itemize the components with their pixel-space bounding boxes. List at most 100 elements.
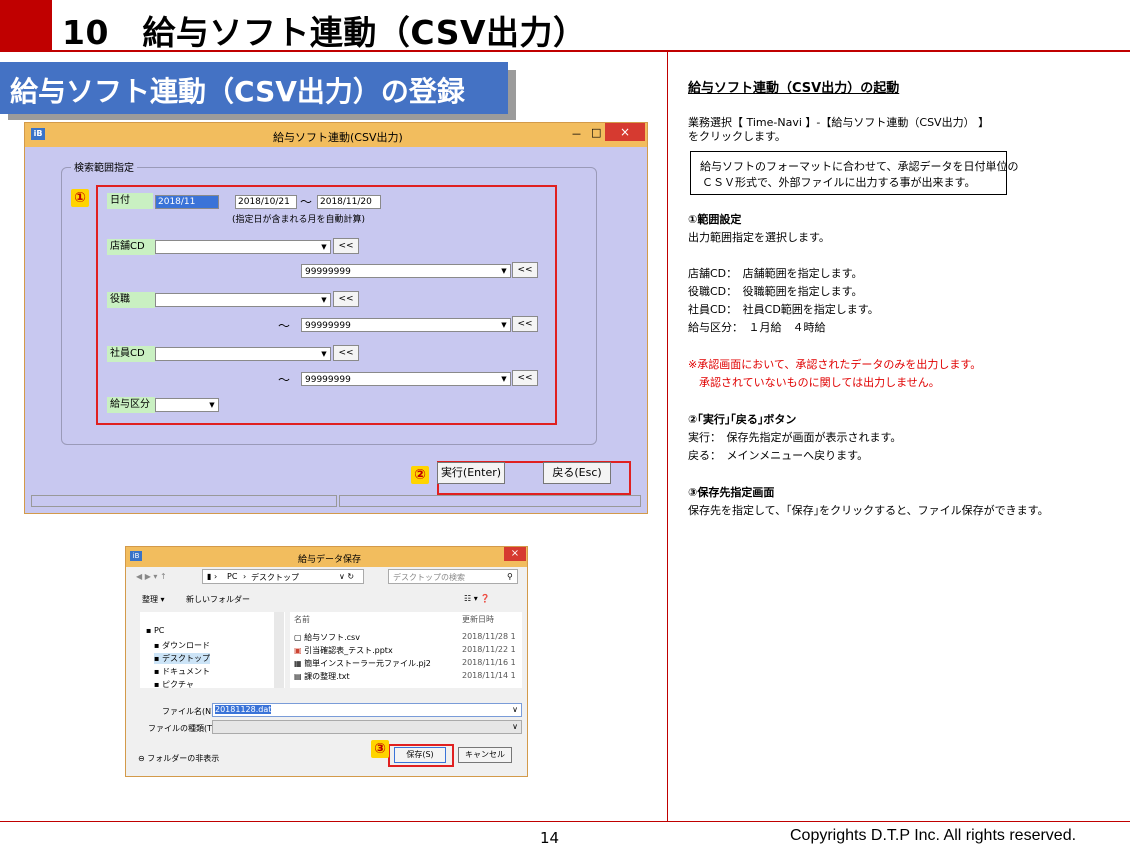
save-button[interactable]: 保存(S) <box>394 747 446 763</box>
group-label: 検索範囲指定 <box>71 159 137 174</box>
back-forward-icon[interactable]: ◀ ▶ ▾ ↑ <box>136 572 167 581</box>
role-to-select[interactable]: 99999999 ▼ <box>301 318 511 332</box>
section-heading: 給与ソフト連動（CSV出力）の起動 <box>688 81 900 96</box>
filetype-select[interactable]: ∨ <box>212 720 522 734</box>
date-month-input[interactable]: 2018/11 <box>155 195 219 209</box>
save-dialog: iB 給与データ保存 × ◀ ▶ ▾ ↑ ▮ › PC › デスクトップ ∨ ↻… <box>125 546 528 777</box>
header-accent <box>0 0 52 52</box>
filename-input[interactable]: 20181128.dat ∨ <box>212 703 522 717</box>
step1-line-2: 役職CD： 役職範囲を指定します。 <box>688 285 863 298</box>
cancel-button[interactable]: キャンセル <box>458 747 512 763</box>
date-to-input[interactable]: 2018/11/20 <box>317 195 381 209</box>
back-button[interactable]: 戻る(Esc) <box>543 462 611 484</box>
step1-desc: 出力範囲指定を選択します。 <box>688 231 830 244</box>
badge-1: ① <box>71 189 89 207</box>
store-from-select[interactable]: ▼ <box>155 240 331 254</box>
file-date: 2018/11/16 1 <box>462 658 516 667</box>
window-titlebar[interactable]: iB 給与ソフト連動(CSV出力) － □ × <box>25 123 647 147</box>
txt-file-icon: ▤ <box>294 672 302 681</box>
dialog-title: 給与データ保存 <box>298 555 362 565</box>
warning-line-1: ※承認画面において、承認されたデータのみを出力します。 <box>688 358 982 371</box>
column-date[interactable]: 更新日時 <box>462 614 494 625</box>
chevron-down-icon: ▼ <box>501 321 507 329</box>
tree-scrollbar[interactable] <box>274 612 284 688</box>
warning-line-2: 承認されていないものに関しては出力しません。 <box>688 376 940 389</box>
search-icon: ⚲ <box>507 572 513 581</box>
role-label: 役職 <box>107 292 155 308</box>
tree-item-pc[interactable]: ▪ PC <box>146 626 164 635</box>
close-button[interactable]: × <box>504 547 526 561</box>
refresh-icon[interactable]: ∨ ↻ <box>339 572 354 581</box>
file-date: 2018/11/22 1 <box>462 645 516 654</box>
organize-button[interactable]: 整理 ▾ <box>142 594 165 605</box>
tree-item-downloads[interactable]: ▪ ダウンロード <box>154 640 210 651</box>
file-row[interactable]: ▦ 簡単インストーラー元ファイル.pj2 <box>294 658 431 669</box>
project-file-icon: ▦ <box>294 659 302 668</box>
range-tilde: ～ <box>278 319 291 333</box>
file-row[interactable]: ▢ 給与ソフト.csv <box>294 632 360 643</box>
filetype-label: ファイルの種類(T): <box>148 724 218 733</box>
employee-label: 社員CD <box>107 346 155 362</box>
page-title: 10 給与ソフト連動（CSV出力） <box>62 13 587 52</box>
window-title: 給与ソフト連動(CSV出力) <box>273 131 403 144</box>
range-tilde: ～ <box>300 195 313 209</box>
note-line-2: ＣＳＶ形式で、外部ファイルに出力する事が出来ます。 <box>702 176 976 189</box>
store-copy-button-2[interactable]: << <box>512 262 538 278</box>
pptx-file-icon: ▣ <box>294 646 302 655</box>
employee-copy-button-2[interactable]: << <box>512 370 538 386</box>
chevron-down-icon: ▼ <box>209 401 215 409</box>
pay-type-label: 給与区分 <box>107 397 155 413</box>
pay-type-select[interactable]: ▼ <box>155 398 219 412</box>
file-row[interactable]: ▤ 課の整理.txt <box>294 671 350 682</box>
step2-line-2: 戻る： メインメニューへ戻ります。 <box>688 449 869 462</box>
step1-line-4: 給与区分： １月給 ４時給 <box>688 321 826 334</box>
address-bar[interactable]: ▮ › PC › デスクトップ ∨ ↻ <box>202 569 364 584</box>
store-to-select[interactable]: 99999999 ▼ <box>301 264 511 278</box>
dialog-titlebar[interactable]: iB 給与データ保存 × <box>126 547 527 567</box>
chevron-down-icon: ▼ <box>321 243 327 251</box>
copyright: Copyrights D.T.P Inc. All rights reserve… <box>790 827 1077 844</box>
filename-label: ファイル名(N): <box>162 707 217 716</box>
footer-divider <box>0 821 1130 822</box>
new-folder-button[interactable]: 新しいフォルダー <box>186 594 250 605</box>
chevron-down-icon: ▼ <box>321 350 327 358</box>
employee-copy-button[interactable]: << <box>333 345 359 361</box>
file-row[interactable]: ▣ 引当確認表_テスト.pptx <box>294 645 393 656</box>
step2-title: ②｢実行｣｢戻る｣ボタン <box>688 413 797 426</box>
chevron-down-icon: ▼ <box>501 375 507 383</box>
path-desktop[interactable]: デスクトップ <box>251 572 299 583</box>
column-name[interactable]: 名前 <box>294 614 310 625</box>
view-options-icon[interactable]: ☷ ▾ ❓ <box>464 594 490 603</box>
run-button[interactable]: 実行(Enter) <box>437 462 505 484</box>
search-input[interactable]: デスクトップの検索 ⚲ <box>388 569 518 584</box>
page-number: 14 <box>540 829 560 847</box>
tree-item-documents[interactable]: ▪ ドキュメント <box>154 666 210 677</box>
step1-line-1: 店舗CD： 店舗範囲を指定します。 <box>688 267 863 280</box>
role-from-select[interactable]: ▼ <box>155 293 331 307</box>
employee-from-select[interactable]: ▼ <box>155 347 331 361</box>
chevron-down-icon: ▼ <box>321 296 327 304</box>
role-copy-button-2[interactable]: << <box>512 316 538 332</box>
step3-title: ③保存先指定画面 <box>688 486 775 499</box>
csv-export-window: iB 給与ソフト連動(CSV出力) － □ × 検索範囲指定 ① 日付 2018… <box>24 122 648 514</box>
role-copy-button[interactable]: << <box>333 291 359 307</box>
close-button[interactable]: × <box>605 123 645 141</box>
path-separator: › <box>243 572 247 581</box>
store-label: 店舗CD <box>107 239 155 255</box>
path-pc[interactable]: PC <box>227 572 237 581</box>
chevron-down-icon: ∨ <box>512 705 518 714</box>
store-copy-button[interactable]: << <box>333 238 359 254</box>
tree-item-desktop[interactable]: ▪ デスクトップ <box>154 653 210 664</box>
date-from-input[interactable]: 2018/10/21 <box>235 195 297 209</box>
tree-item-pictures[interactable]: ▪ ピクチャ <box>154 679 194 690</box>
maximize-button[interactable]: □ <box>591 126 601 139</box>
app-icon: iB <box>130 551 142 561</box>
badge-3: ③ <box>371 740 389 758</box>
csv-file-icon: ▢ <box>294 633 302 642</box>
employee-to-select[interactable]: 99999999 ▼ <box>301 372 511 386</box>
status-bar-right <box>339 495 641 507</box>
minimize-button[interactable]: － <box>571 126 582 142</box>
chevron-down-icon: ▼ <box>501 267 507 275</box>
file-list: 名前 更新日時 ▢ 給与ソフト.csv 2018/11/28 1 ▣ 引当確認表… <box>290 612 522 688</box>
hide-folders-button[interactable]: ⊖ フォルダーの非表示 <box>138 753 219 764</box>
